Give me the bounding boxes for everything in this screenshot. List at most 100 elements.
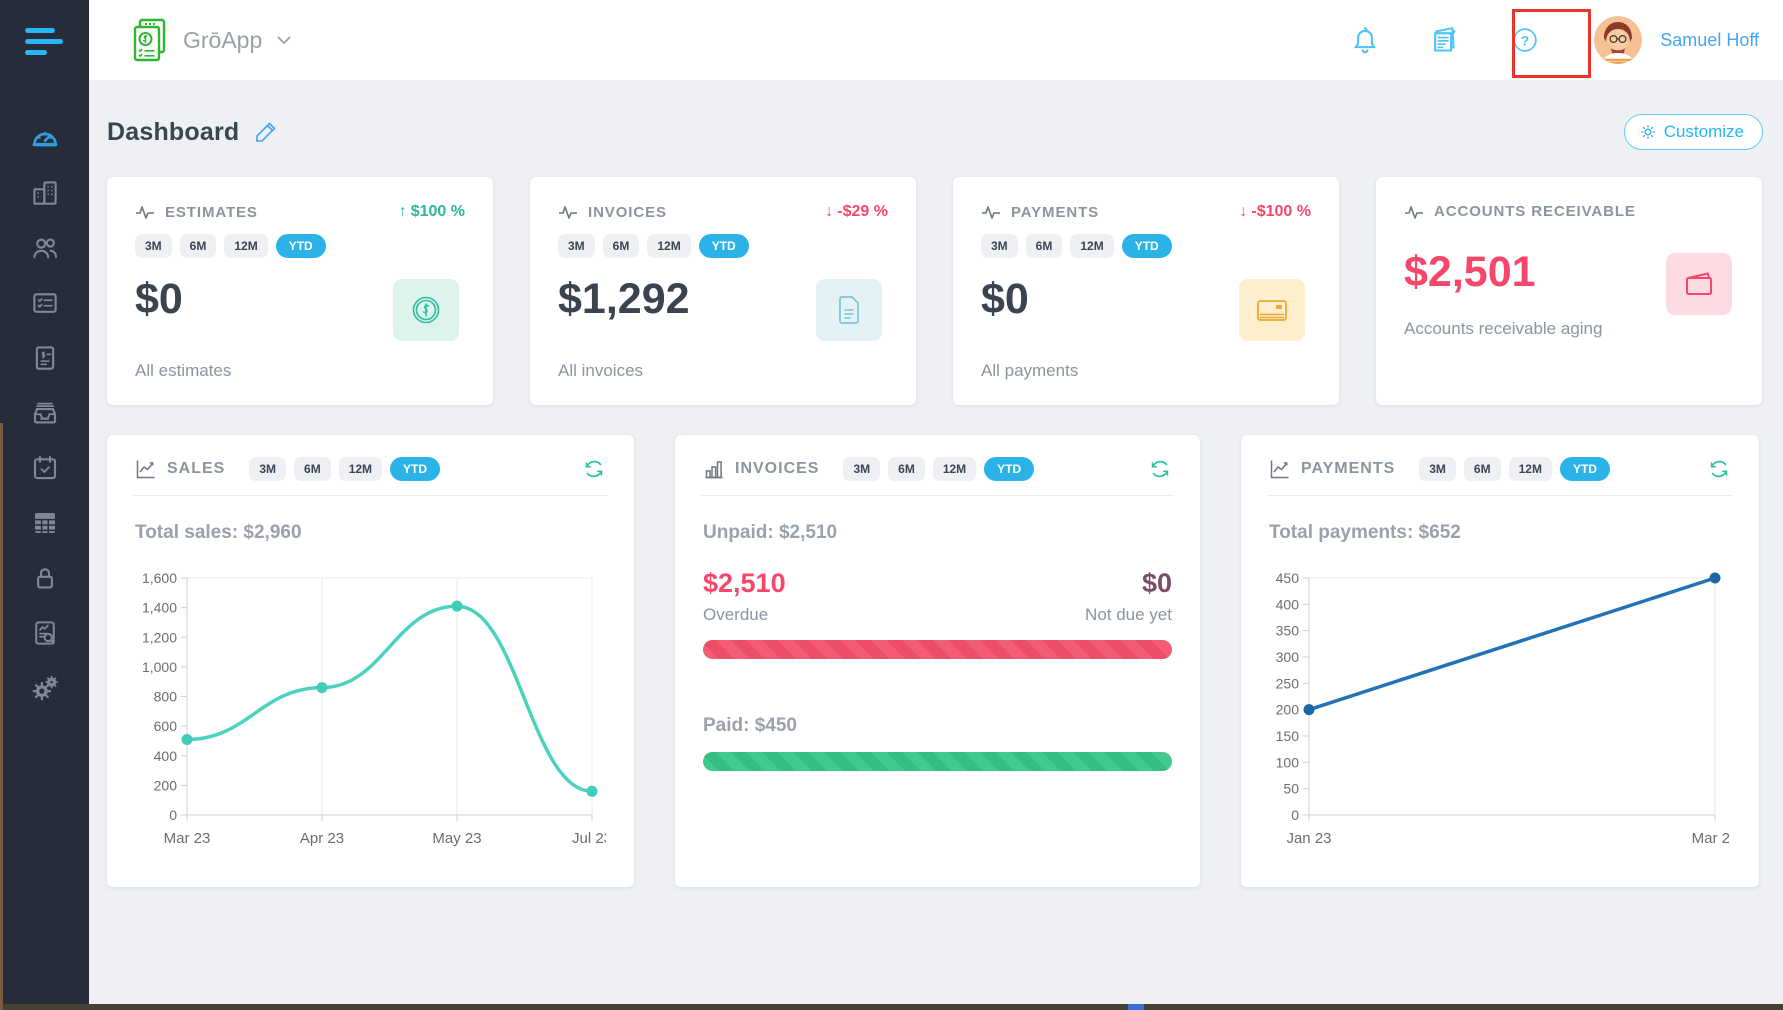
sales-card: SALES 3M 6M 12M YTD Total sales: $2,960 … (107, 435, 634, 887)
sidebar-item-company[interactable] (28, 177, 62, 209)
tab-3m[interactable]: 3M (843, 457, 880, 481)
svg-text:300: 300 (1276, 649, 1300, 665)
customers-users-icon (30, 233, 60, 263)
accounts-receivable-aging-label[interactable]: Accounts receivable aging (1404, 319, 1602, 339)
pulse-icon (1404, 204, 1424, 220)
paid-label: Paid: $450 (703, 715, 1172, 737)
calendar-check-icon (30, 453, 60, 483)
invoices-document-icon (30, 343, 60, 373)
user-name[interactable]: Samuel Hoff (1660, 30, 1759, 51)
notifications-bell-icon[interactable] (1348, 23, 1382, 57)
svg-text:1,400: 1,400 (142, 600, 177, 616)
screen-edge-artifact (0, 1004, 1783, 1010)
tab-6m[interactable]: 6M (1464, 457, 1501, 481)
top-header: GrōApp ? (89, 0, 1783, 80)
tab-6m[interactable]: 6M (603, 234, 640, 258)
sidebar-item-inbox[interactable] (28, 397, 62, 429)
app-logo-group[interactable]: GrōApp (131, 17, 292, 63)
refresh-icon[interactable] (1148, 457, 1172, 481)
tab-ytd[interactable]: YTD (699, 234, 749, 258)
unpaid-label: Unpaid: $2,510 (703, 522, 1172, 544)
svg-text:150: 150 (1276, 728, 1300, 744)
tab-12m[interactable]: 12M (933, 457, 976, 481)
tab-3m[interactable]: 3M (981, 234, 1018, 258)
bar-chart-icon (703, 458, 725, 480)
user-avatar[interactable] (1594, 16, 1642, 64)
payments-line-chart: 050100150200250300350400450Jan 23Mar 23 (1269, 554, 1729, 856)
edit-pencil-icon[interactable] (253, 119, 279, 145)
chart-card-row: SALES 3M 6M 12M YTD Total sales: $2,960 … (107, 435, 1763, 887)
period-tabs: 3M 6M 12M YTD (843, 457, 1034, 481)
tab-ytd[interactable]: YTD (1122, 234, 1172, 258)
tab-6m[interactable]: 6M (294, 457, 331, 481)
app-logo-icon (131, 17, 169, 63)
sidebar-item-customers[interactable] (28, 232, 62, 264)
svg-text:Jan 23: Jan 23 (1286, 830, 1331, 847)
overdue-value: $2,510 (703, 568, 786, 599)
sidebar-item-settings[interactable] (28, 672, 62, 704)
svg-text:50: 50 (1283, 781, 1299, 797)
line-chart-icon (1269, 458, 1291, 480)
tab-ytd[interactable]: YTD (390, 457, 440, 481)
tab-ytd[interactable]: YTD (276, 234, 326, 258)
trend-indicator: ↓-$100 % (1239, 203, 1311, 221)
tab-3m[interactable]: 3M (1419, 457, 1456, 481)
settings-gears-icon (30, 673, 60, 703)
card-title: SALES (167, 460, 225, 478)
sales-line-chart: 02004006008001,0001,2001,4001,600Mar 23A… (135, 554, 606, 856)
menu-hamburger-icon[interactable] (25, 28, 65, 61)
security-lock-icon (30, 563, 60, 593)
notes-pad-icon[interactable] (1428, 23, 1462, 57)
not-due-label: Not due yet (1085, 605, 1172, 625)
svg-text:1,000: 1,000 (142, 659, 177, 675)
stat-card-invoices: INVOICES ↓-$29 % 3M 6M 12M YTD $1,292 Al… (530, 177, 916, 405)
sidebar-item-reports[interactable] (28, 617, 62, 649)
tab-6m[interactable]: 6M (1026, 234, 1063, 258)
tab-3m[interactable]: 3M (135, 234, 172, 258)
tab-12m[interactable]: 12M (647, 234, 690, 258)
card-title: INVOICES (735, 460, 819, 478)
all-payments-link[interactable]: All payments (981, 361, 1078, 381)
sidebar-item-estimates[interactable] (28, 287, 62, 319)
svg-text:450: 450 (1276, 570, 1300, 586)
sidebar-item-table[interactable] (28, 507, 62, 539)
customize-button[interactable]: Customize (1624, 114, 1763, 150)
tab-12m[interactable]: 12M (1070, 234, 1113, 258)
paid-progress-bar (703, 752, 1172, 771)
sidebar-item-dashboard[interactable] (28, 122, 62, 154)
tab-6m[interactable]: 6M (180, 234, 217, 258)
tab-12m[interactable]: 12M (1509, 457, 1552, 481)
period-tabs: 3M 6M 12M YTD (1419, 457, 1610, 481)
svg-text:0: 0 (169, 807, 177, 823)
tab-3m[interactable]: 3M (249, 457, 286, 481)
help-question-icon[interactable]: ? (1508, 23, 1542, 57)
credit-card-icon (1253, 293, 1291, 327)
main-content: Dashboard Customize ESTIMATES ↑$100 % (89, 80, 1783, 1010)
line-chart-icon (135, 458, 157, 480)
card-title: ESTIMATES (165, 204, 258, 221)
tab-3m[interactable]: 3M (558, 234, 595, 258)
total-sales-label: Total sales: $2,960 (135, 522, 606, 544)
tab-12m[interactable]: 12M (339, 457, 382, 481)
estimates-icon-box (393, 279, 459, 341)
refresh-icon[interactable] (1707, 457, 1731, 481)
stat-card-estimates: ESTIMATES ↑$100 % 3M 6M 12M YTD $0 All e… (107, 177, 493, 405)
stat-card-accounts-receivable: ACCOUNTS RECEIVABLE $2,501 Accounts rece… (1376, 177, 1762, 405)
refresh-icon[interactable] (582, 457, 606, 481)
trend-indicator: ↑$100 % (399, 203, 465, 221)
all-invoices-link[interactable]: All invoices (558, 361, 643, 381)
svg-text:1,600: 1,600 (142, 570, 177, 586)
tab-12m[interactable]: 12M (224, 234, 267, 258)
sidebar-item-calendar[interactable] (28, 452, 62, 484)
sidebar (0, 0, 89, 1010)
dashboard-speedometer-icon (28, 122, 62, 154)
tab-ytd[interactable]: YTD (1560, 457, 1610, 481)
sidebar-item-security[interactable] (28, 562, 62, 594)
tab-6m[interactable]: 6M (888, 457, 925, 481)
period-tabs: 3M 6M 12M YTD (558, 234, 888, 258)
all-estimates-link[interactable]: All estimates (135, 361, 231, 381)
gear-icon (1639, 123, 1657, 141)
svg-text:Mar 23: Mar 23 (164, 830, 211, 847)
tab-ytd[interactable]: YTD (984, 457, 1034, 481)
sidebar-item-invoices[interactable] (28, 342, 62, 374)
